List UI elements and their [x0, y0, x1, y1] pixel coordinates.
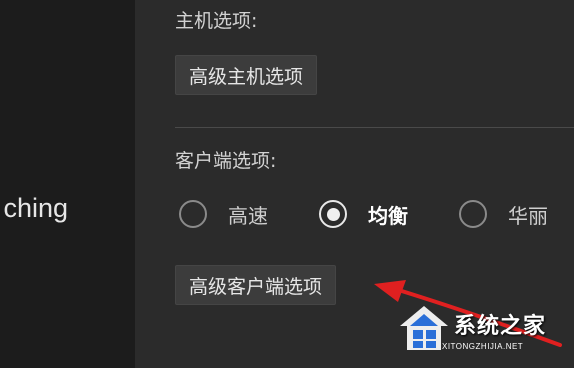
- radio-label: 均衡: [368, 203, 408, 228]
- watermark: 系统之家 XITONGZHIJIA.NET: [398, 302, 568, 364]
- advanced-client-options-button[interactable]: 高级客户端选项: [175, 265, 337, 305]
- client-quality-radio-group: 高速 均衡 华丽: [179, 196, 574, 232]
- section-divider: [175, 127, 574, 128]
- radio-label: 华丽: [508, 203, 548, 228]
- radio-circle-icon: [179, 200, 207, 228]
- radio-fancy[interactable]: 华丽: [459, 196, 548, 232]
- sidebar: ching: [0, 0, 135, 368]
- radio-circle-icon: [459, 200, 487, 228]
- radio-label: 高速: [228, 203, 268, 228]
- sidebar-item-caching[interactable]: ching: [0, 188, 135, 228]
- sidebar-item-label: ching: [3, 192, 68, 223]
- client-options-title: 客户端选项:: [175, 150, 277, 172]
- radio-high-speed[interactable]: 高速: [179, 196, 268, 232]
- radio-balanced[interactable]: 均衡: [319, 196, 408, 232]
- host-options-title: 主机选项:: [175, 10, 258, 32]
- advanced-host-options-button[interactable]: 高级主机选项: [175, 55, 318, 95]
- watermark-url: XITONGZHIJIA.NET: [442, 342, 524, 351]
- radio-selected-icon: [319, 200, 347, 228]
- watermark-title: 系统之家: [454, 314, 547, 339]
